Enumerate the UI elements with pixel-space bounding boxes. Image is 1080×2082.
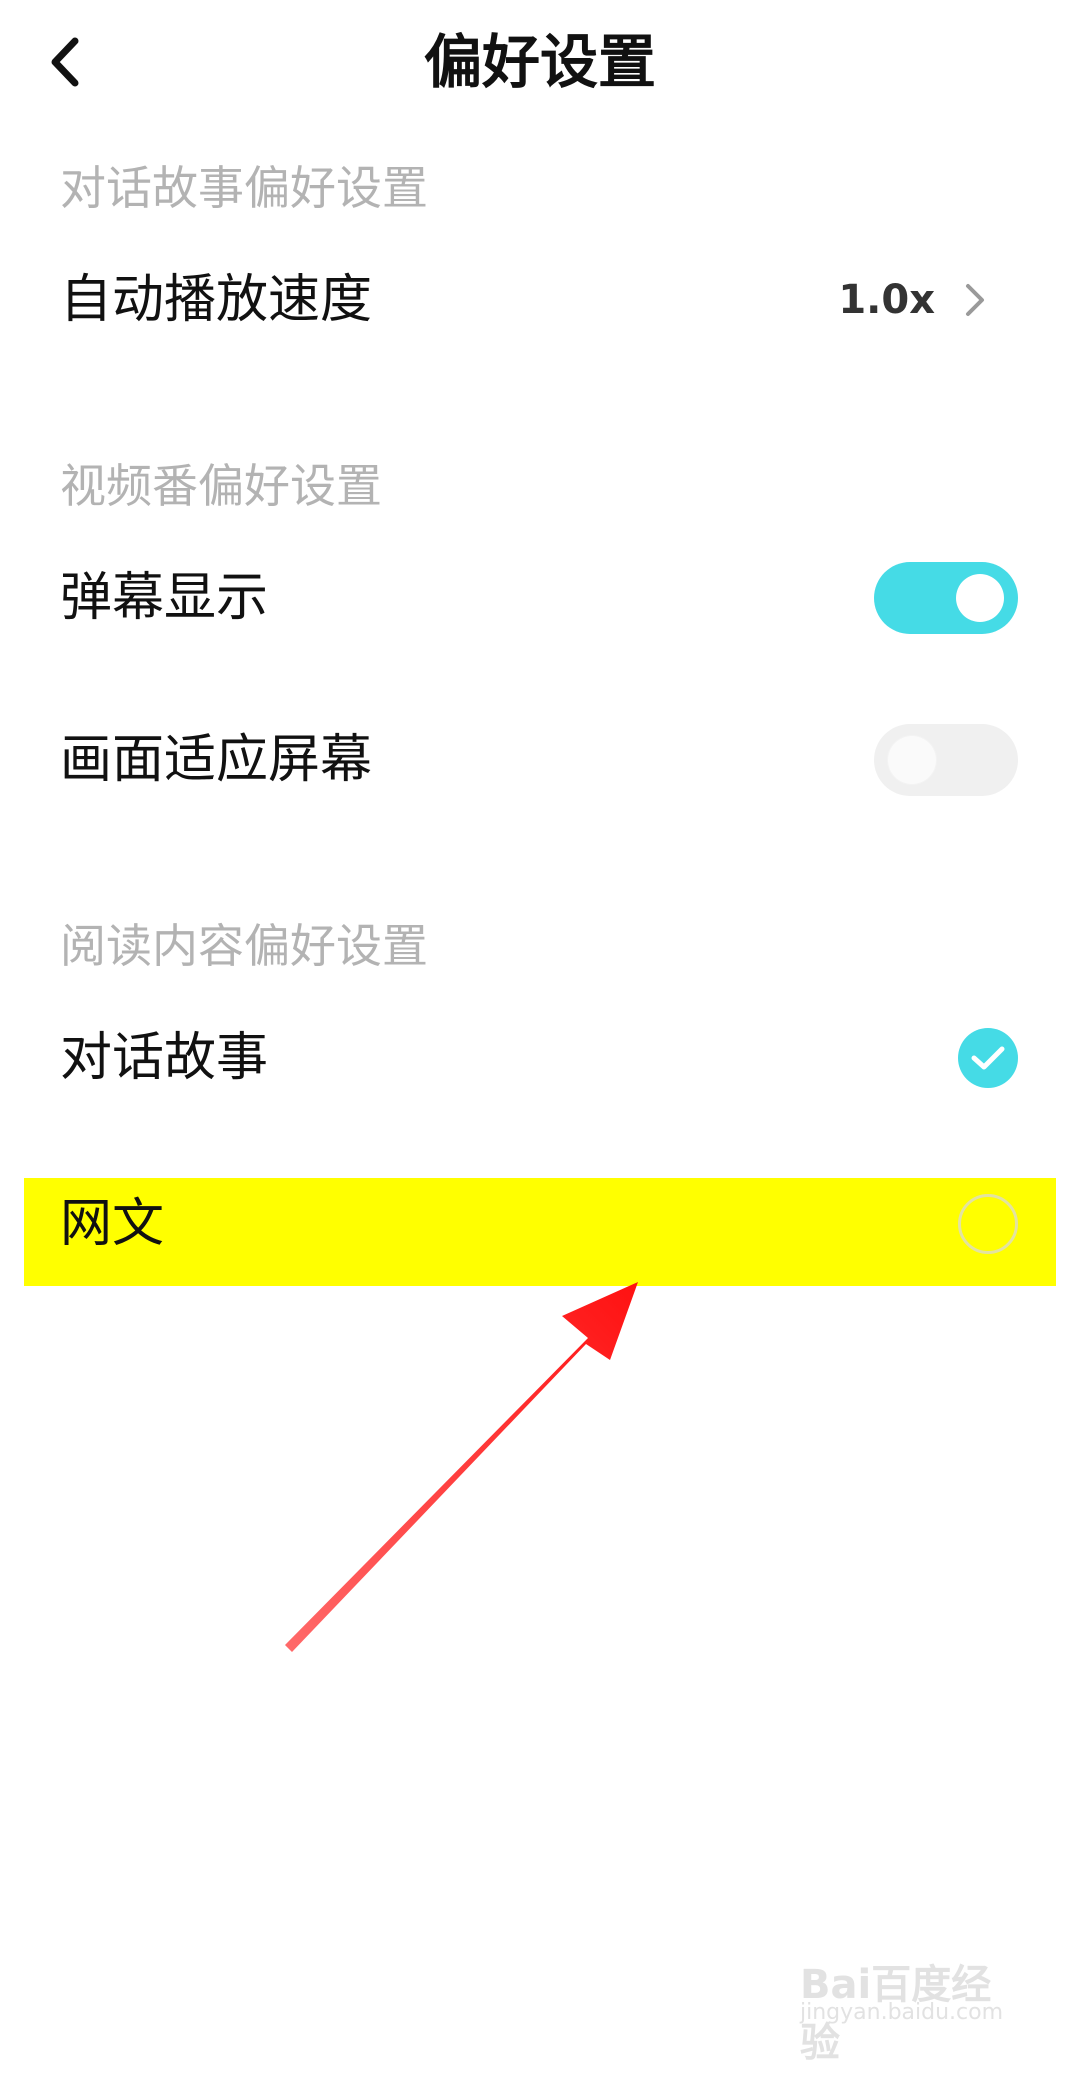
annotation-arrow [285,1282,638,1652]
watermark: Bai百度经验 jingyan.baidu.com [800,1952,1020,2066]
watermark-url: jingyan.baidu.com [800,2000,1004,2025]
